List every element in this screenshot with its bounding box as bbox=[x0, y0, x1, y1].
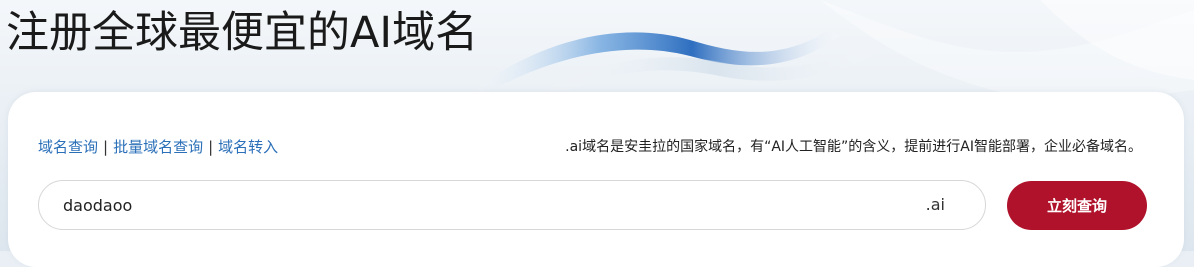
nav-separator: | bbox=[208, 138, 214, 156]
domain-search-input[interactable] bbox=[63, 181, 883, 229]
search-card: 域名查询 | 批量域名查询 | 域名转入 .ai域名是安圭拉的国家域名，有“AI人工智能… bbox=[8, 92, 1184, 267]
nav-link-domain-query[interactable]: 域名查询 bbox=[38, 138, 98, 156]
query-now-button[interactable]: 立刻查询 bbox=[1007, 181, 1147, 230]
search-box: .ai bbox=[38, 180, 986, 230]
search-nav: 域名查询 | 批量域名查询 | 域名转入 bbox=[38, 136, 278, 158]
tld-suffix: .ai bbox=[925, 195, 945, 214]
promo-text: .ai域名是安圭拉的国家域名，有“AI人工智能”的含义，提前进行AI智能部署，企… bbox=[565, 139, 1142, 155]
page-title: 注册全球最便宜的AI域名 bbox=[6, 8, 479, 58]
nav-link-domain-transfer[interactable]: 域名转入 bbox=[218, 138, 278, 156]
nav-separator: | bbox=[103, 138, 109, 156]
nav-link-bulk-domain-query[interactable]: 批量域名查询 bbox=[113, 138, 203, 156]
